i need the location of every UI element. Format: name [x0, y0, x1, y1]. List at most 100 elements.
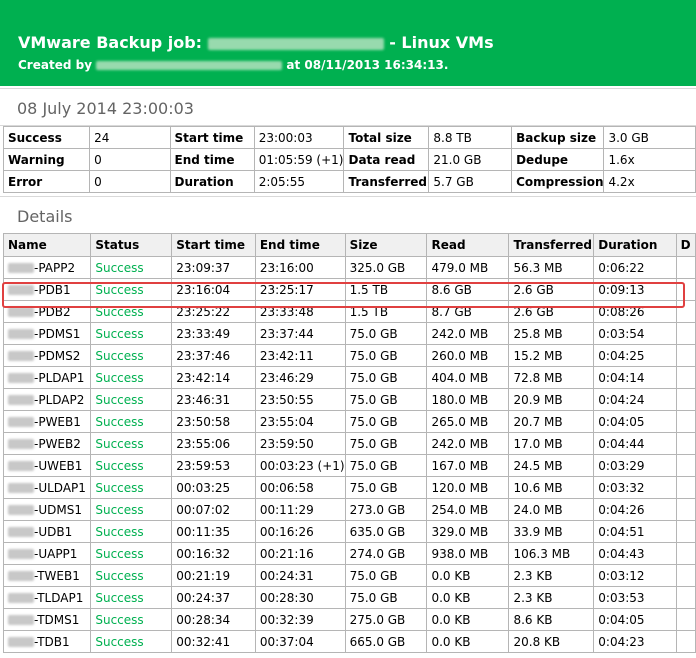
vm-name: -PWEB2 — [34, 436, 81, 451]
summary-label: Success — [2, 126, 91, 149]
vm-name: -PDMS2 — [34, 348, 81, 363]
details-cell: 0:03:12 — [593, 564, 677, 587]
redacted-vm-prefix — [8, 461, 34, 471]
summary-label: Warning — [2, 148, 91, 171]
status-cell: Success — [90, 476, 173, 499]
vm-name-cell: -TDMS1 — [2, 608, 92, 631]
details-cell: 23:50:58 — [171, 410, 256, 433]
details-cell: 0:04:26 — [593, 498, 677, 521]
details-cell: 23:25:17 — [254, 278, 346, 301]
details-cell: 00:03:23 (+1) — [254, 454, 346, 477]
details-cell: 20.7 MB — [508, 410, 595, 433]
details-cell: 1.5 TB — [344, 278, 428, 301]
details-cell: 0.0 KB — [426, 586, 510, 609]
status-cell: Success — [90, 278, 173, 301]
details-cell: 0:04:23 — [593, 630, 677, 653]
job-created-info: Created by at 08/11/2013 16:34:13. — [18, 58, 448, 72]
details-cell: 00:28:30 — [254, 586, 346, 609]
column-header: Transferred — [508, 233, 595, 257]
details-cell: 23:46:29 — [254, 366, 346, 389]
vm-name-cell: -ULDAP1 — [2, 476, 92, 499]
details-cell: 120.0 MB — [426, 476, 510, 499]
vm-name-cell: -PLDAP2 — [2, 388, 92, 411]
status-cell: Success — [90, 432, 173, 455]
details-cell-empty — [675, 366, 696, 389]
redacted-vm-prefix — [8, 351, 34, 361]
details-cell: 24.0 MB — [508, 498, 595, 521]
vm-name: -TLDAP1 — [34, 590, 84, 605]
vm-name-cell: -TDB1 — [2, 630, 92, 653]
table-row: -ULDAP1 Success 00:03:25 00:06:58 75.0 GB 120… — [2, 476, 696, 499]
details-cell: 75.0 GB — [344, 366, 428, 389]
table-row: -UDMS1 Success 00:07:02 00:11:29 273.0 GB 254… — [2, 498, 696, 521]
details-cell: 00:32:41 — [171, 630, 256, 653]
details-band-top — [0, 196, 696, 197]
status-cell: Success — [90, 410, 173, 433]
vm-name: -TDB1 — [34, 634, 70, 649]
column-header: Size — [344, 233, 428, 257]
status-cell: Success — [90, 520, 173, 543]
details-cell: 0:03:29 — [593, 454, 677, 477]
summary-label: Total size — [343, 126, 430, 149]
status-cell: Success — [90, 608, 173, 631]
table-row: -PLDAP1 Success 23:42:14 23:46:29 75.0 GB 404… — [2, 366, 696, 389]
details-cell: 00:24:37 — [171, 586, 256, 609]
redacted-job-name — [207, 37, 384, 50]
vm-name: -PDB1 — [34, 282, 71, 297]
details-cell: 23:55:06 — [171, 432, 256, 455]
vm-name: -UDMS1 — [34, 502, 82, 517]
summary-row: Warning 0 End time 01:05:59 (+1) Data read 21… — [2, 148, 696, 171]
details-cell: 325.0 GB — [344, 256, 428, 279]
details-cell-empty — [675, 564, 696, 587]
details-table: Name Status Start time End time Size Read Tran… — [2, 233, 696, 653]
table-row: -PDB2 Success 23:25:22 23:33:48 1.5 TB 8.7 GB… — [2, 300, 696, 323]
vm-name-cell: -UDMS1 — [2, 498, 92, 521]
details-cell: 2.3 KB — [508, 564, 595, 587]
summary-value: 01:05:59 (+1) — [253, 148, 345, 171]
redacted-vm-prefix — [8, 307, 34, 317]
column-header: End time — [254, 233, 346, 257]
created-at-suffix: at 08/11/2013 16:34:13. — [286, 58, 449, 72]
details-cell: 75.0 GB — [344, 454, 428, 477]
table-row: -PLDAP2 Success 23:46:31 23:50:55 75.0 GB 180… — [2, 388, 696, 411]
summary-label: Compression — [511, 170, 605, 193]
status-cell: Success — [90, 388, 173, 411]
details-cell: 0:04:25 — [593, 344, 677, 367]
details-cell: 23:55:04 — [254, 410, 346, 433]
details-cell: 23:59:53 — [171, 454, 256, 477]
vm-name-cell: -UDB1 — [2, 520, 92, 543]
job-title: VMware Backup job: - Linux VMs — [18, 33, 494, 52]
table-row: -TDB1 Success 00:32:41 00:37:04 665.0 GB 0.0 … — [2, 630, 696, 653]
details-cell: 106.3 MB — [508, 542, 595, 565]
details-title: Details — [17, 207, 73, 226]
details-cell: 0:06:22 — [593, 256, 677, 279]
table-row: -TDMS1 Success 00:28:34 00:32:39 275.0 GB 0.0… — [2, 608, 696, 631]
details-cell: 75.0 GB — [344, 344, 428, 367]
details-cell: 56.3 MB — [508, 256, 595, 279]
redacted-vm-prefix — [8, 571, 34, 581]
summary-value: 0 — [89, 148, 171, 171]
details-cell: 0:04:24 — [593, 388, 677, 411]
vm-name-cell: -TLDAP1 — [2, 586, 92, 609]
details-cell-empty — [675, 586, 696, 609]
status-cell: Success — [90, 256, 173, 279]
session-band-top — [0, 88, 696, 89]
status-cell: Success — [90, 586, 173, 609]
vm-name-cell: -UAPP1 — [2, 542, 92, 565]
details-cell-empty — [675, 476, 696, 499]
details-cell: 8.6 GB — [426, 278, 510, 301]
summary-row: Success 24 Start time 23:00:03 Total size 8.8… — [2, 126, 696, 149]
details-cell: 75.0 GB — [344, 432, 428, 455]
vm-name-cell: -TWEB1 — [2, 564, 92, 587]
summary-value: 24 — [89, 126, 171, 149]
details-cell-empty — [675, 410, 696, 433]
summary-label: Backup size — [511, 126, 605, 149]
details-cell: 23:42:11 — [254, 344, 346, 367]
details-cell-empty — [675, 608, 696, 631]
job-title-suffix: - Linux VMs — [389, 33, 494, 52]
column-header: D — [675, 233, 696, 257]
details-cell: 2.6 GB — [508, 300, 595, 323]
details-cell: 404.0 MB — [426, 366, 510, 389]
vm-name-cell: -UWEB1 — [2, 454, 92, 477]
table-row: -TWEB1 Success 00:21:19 00:24:31 75.0 GB 0.0 … — [2, 564, 696, 587]
